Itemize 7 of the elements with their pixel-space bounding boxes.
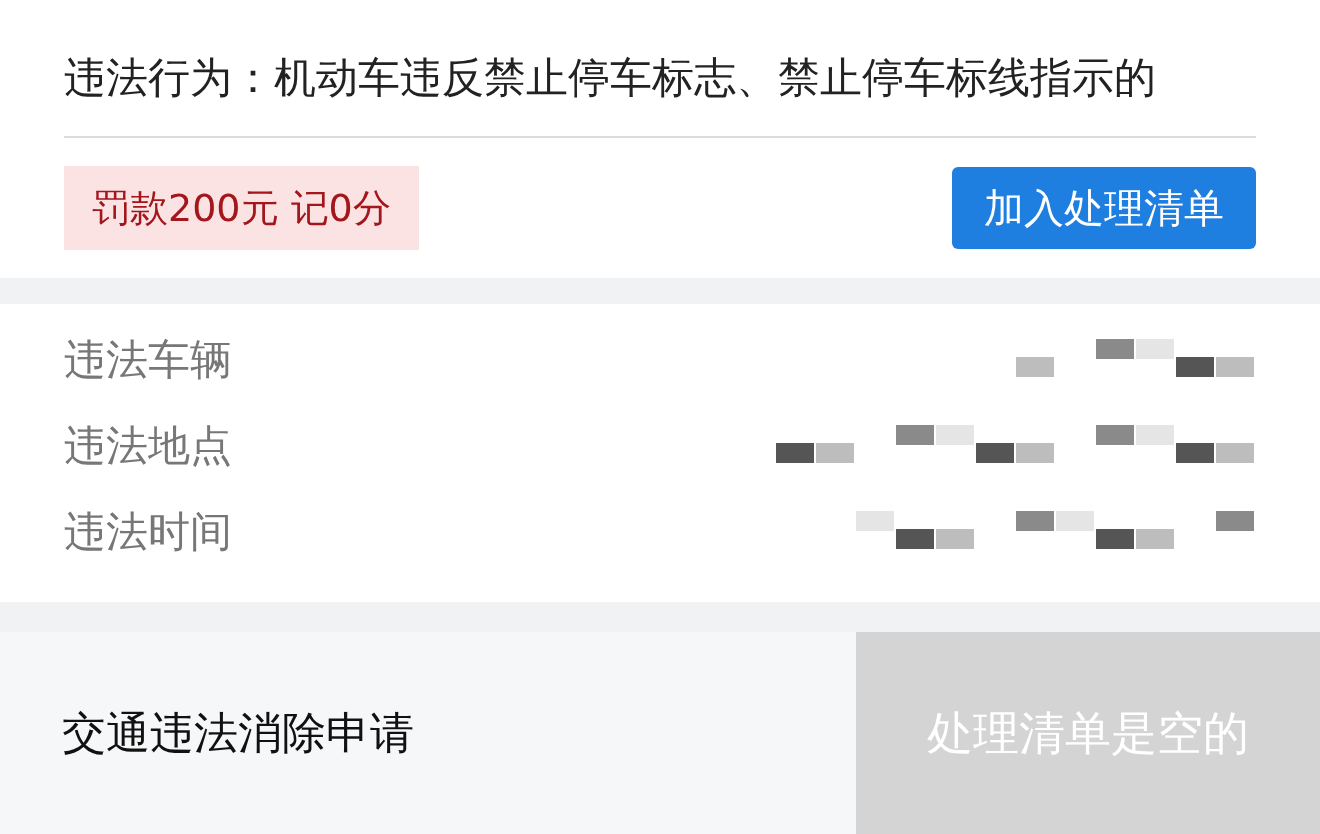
violation-description: 违法行为：机动车违反禁止停车标志、禁止停车标线指示的 [64, 48, 1256, 138]
add-to-list-button[interactable]: 加入处理清单 [952, 167, 1256, 249]
detail-label: 违法时间 [64, 505, 232, 558]
detail-label: 违法地点 [64, 419, 232, 472]
detail-label: 违法车辆 [64, 333, 232, 386]
penalty-badge: 罚款200元 记0分 [64, 166, 419, 250]
footer-title: 交通违法消除申请 [62, 706, 414, 760]
